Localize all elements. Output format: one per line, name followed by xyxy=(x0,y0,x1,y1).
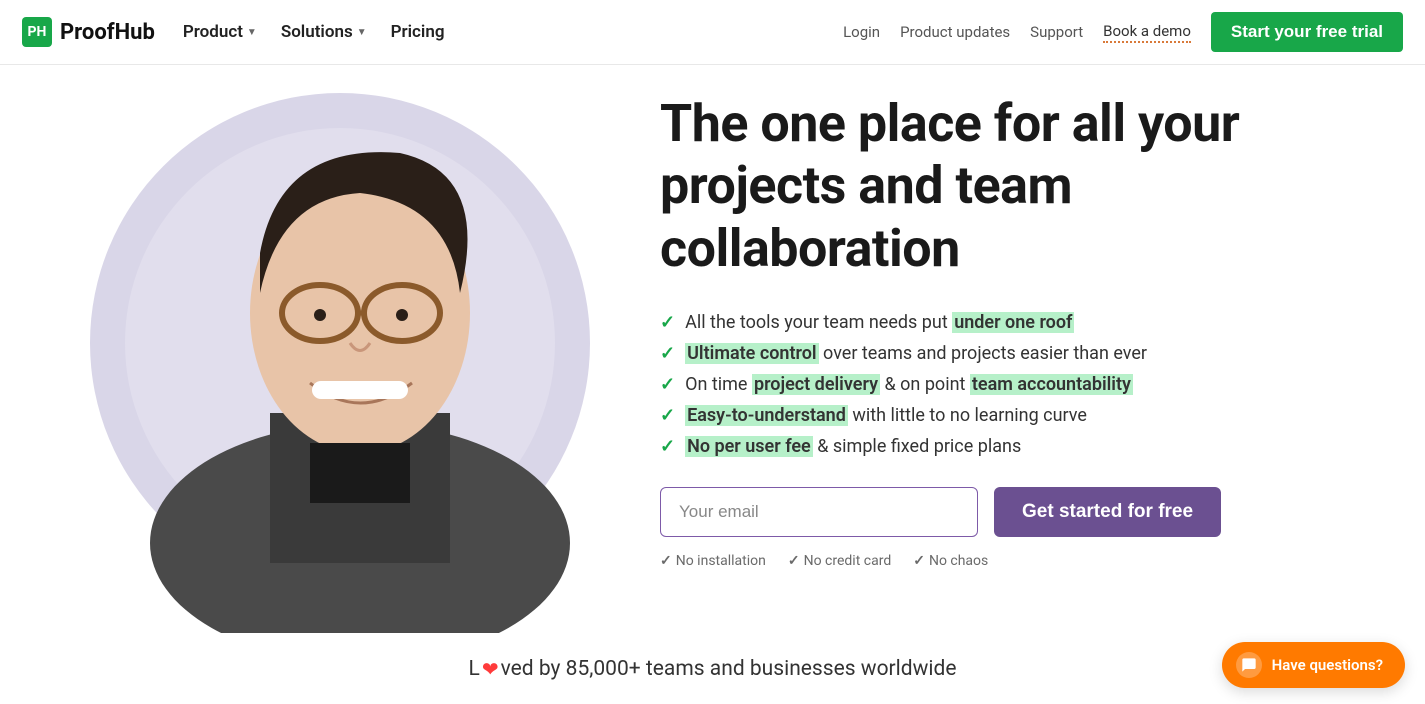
social-proof-section: L ❤ ved by 85,000+ teams and businesses … xyxy=(0,633,1425,693)
email-input[interactable] xyxy=(660,487,978,537)
check-icon: ✓ xyxy=(660,343,675,364)
site-header: PH ProofHub Product ▼ Solutions ▼ Pricin… xyxy=(0,0,1425,65)
feature-item: ✓ Ultimate control over teams and projec… xyxy=(660,343,1365,364)
subnote-item: ✓No chaos xyxy=(913,553,988,569)
check-icon: ✓ xyxy=(660,312,675,333)
hero-title: The one place for all your projects and … xyxy=(660,93,1365,280)
feature-item: ✓ On time project delivery & on point te… xyxy=(660,374,1365,395)
check-icon: ✓ xyxy=(660,436,675,457)
support-link[interactable]: Support xyxy=(1030,23,1083,41)
nav-solutions[interactable]: Solutions ▼ xyxy=(281,22,367,42)
social-proof-text: L ❤ ved by 85,000+ teams and businesses … xyxy=(469,657,957,681)
check-icon: ✓ xyxy=(660,553,672,569)
chevron-down-icon: ▼ xyxy=(357,27,367,38)
highlight-text: Easy-to-understand xyxy=(685,405,848,426)
signup-subnotes: ✓No installation ✓No credit card ✓No cha… xyxy=(660,553,1365,569)
hero-person-graphic xyxy=(80,93,600,633)
feature-list: ✓ All the tools your team needs put unde… xyxy=(660,312,1365,457)
start-trial-button[interactable]: Start your free trial xyxy=(1211,12,1403,52)
chevron-down-icon: ▼ xyxy=(247,27,257,38)
nav-product[interactable]: Product ▼ xyxy=(183,22,257,42)
check-icon: ✓ xyxy=(660,374,675,395)
feature-text: Ultimate control over teams and projects… xyxy=(685,343,1147,364)
chat-icon xyxy=(1236,652,1262,678)
heart-icon: ❤ xyxy=(482,657,499,681)
subnote-item: ✓No credit card xyxy=(788,553,891,569)
nav-pricing[interactable]: Pricing xyxy=(391,22,445,42)
person-illustration xyxy=(140,113,580,633)
nav-solutions-label: Solutions xyxy=(281,22,353,42)
primary-nav: Product ▼ Solutions ▼ Pricing xyxy=(183,22,445,42)
subnote-item: ✓No installation xyxy=(660,553,766,569)
highlight-text: Ultimate control xyxy=(685,343,819,364)
check-icon: ✓ xyxy=(788,553,800,569)
highlight-text: under one roof xyxy=(952,312,1074,333)
hero-content: The one place for all your projects and … xyxy=(660,93,1365,633)
header-left: PH ProofHub Product ▼ Solutions ▼ Pricin… xyxy=(22,17,445,47)
signup-form: Get started for free xyxy=(660,487,1365,537)
check-icon: ✓ xyxy=(660,405,675,426)
highlight-text: No per user fee xyxy=(685,436,813,457)
logo-text: ProofHub xyxy=(60,20,155,45)
login-link[interactable]: Login xyxy=(843,23,880,41)
logo[interactable]: PH ProofHub xyxy=(22,17,155,47)
feature-item: ✓ Easy-to-understand with little to no l… xyxy=(660,405,1365,426)
highlight-text: project delivery xyxy=(752,374,880,395)
feature-item: ✓ No per user fee & simple fixed price p… xyxy=(660,436,1365,457)
feature-text: No per user fee & simple fixed price pla… xyxy=(685,436,1021,457)
nav-pricing-label: Pricing xyxy=(391,22,445,42)
feature-item: ✓ All the tools your team needs put unde… xyxy=(660,312,1365,333)
hero-section: The one place for all your projects and … xyxy=(0,65,1425,633)
help-widget-label: Have questions? xyxy=(1272,656,1383,674)
help-widget[interactable]: Have questions? xyxy=(1222,642,1405,688)
check-icon: ✓ xyxy=(913,553,925,569)
feature-text: Easy-to-understand with little to no lea… xyxy=(685,405,1087,426)
logo-badge: PH xyxy=(22,17,52,47)
product-updates-link[interactable]: Product updates xyxy=(900,23,1010,41)
header-right: Login Product updates Support Book a dem… xyxy=(843,12,1403,52)
nav-product-label: Product xyxy=(183,22,243,42)
feature-text: All the tools your team needs put under … xyxy=(685,312,1074,333)
feature-text: On time project delivery & on point team… xyxy=(685,374,1133,395)
hero-image-area xyxy=(60,93,620,633)
highlight-text: team accountability xyxy=(970,374,1133,395)
get-started-button[interactable]: Get started for free xyxy=(994,487,1221,537)
book-demo-link[interactable]: Book a demo xyxy=(1103,22,1191,43)
